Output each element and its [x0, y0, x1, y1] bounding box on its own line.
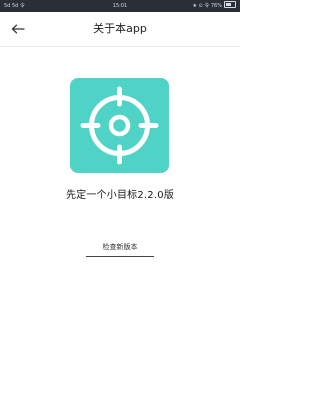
arrow-left-icon	[11, 24, 25, 34]
crosshair-target-icon	[80, 86, 159, 165]
app-logo	[70, 78, 169, 173]
about-screen: 5d 5d 令 15:01 ★ ⊙ 令 76% 关于本app 先定一个小目标2.…	[0, 0, 240, 400]
back-button[interactable]	[8, 19, 30, 39]
check-update-button[interactable]: 检查新版本	[86, 238, 154, 257]
status-indicators: ★ ⊙ 令 76%	[192, 0, 236, 12]
nav-bar: 关于本app	[0, 12, 240, 47]
status-indicators-text: ★ ⊙ 令 76%	[192, 3, 222, 9]
status-bar: 5d 5d 令 15:01 ★ ⊙ 令 76%	[0, 0, 240, 12]
app-version-text: 先定一个小目标2.2.0版	[65, 190, 175, 201]
page-title: 关于本app	[93, 22, 147, 35]
battery-icon	[224, 1, 236, 8]
